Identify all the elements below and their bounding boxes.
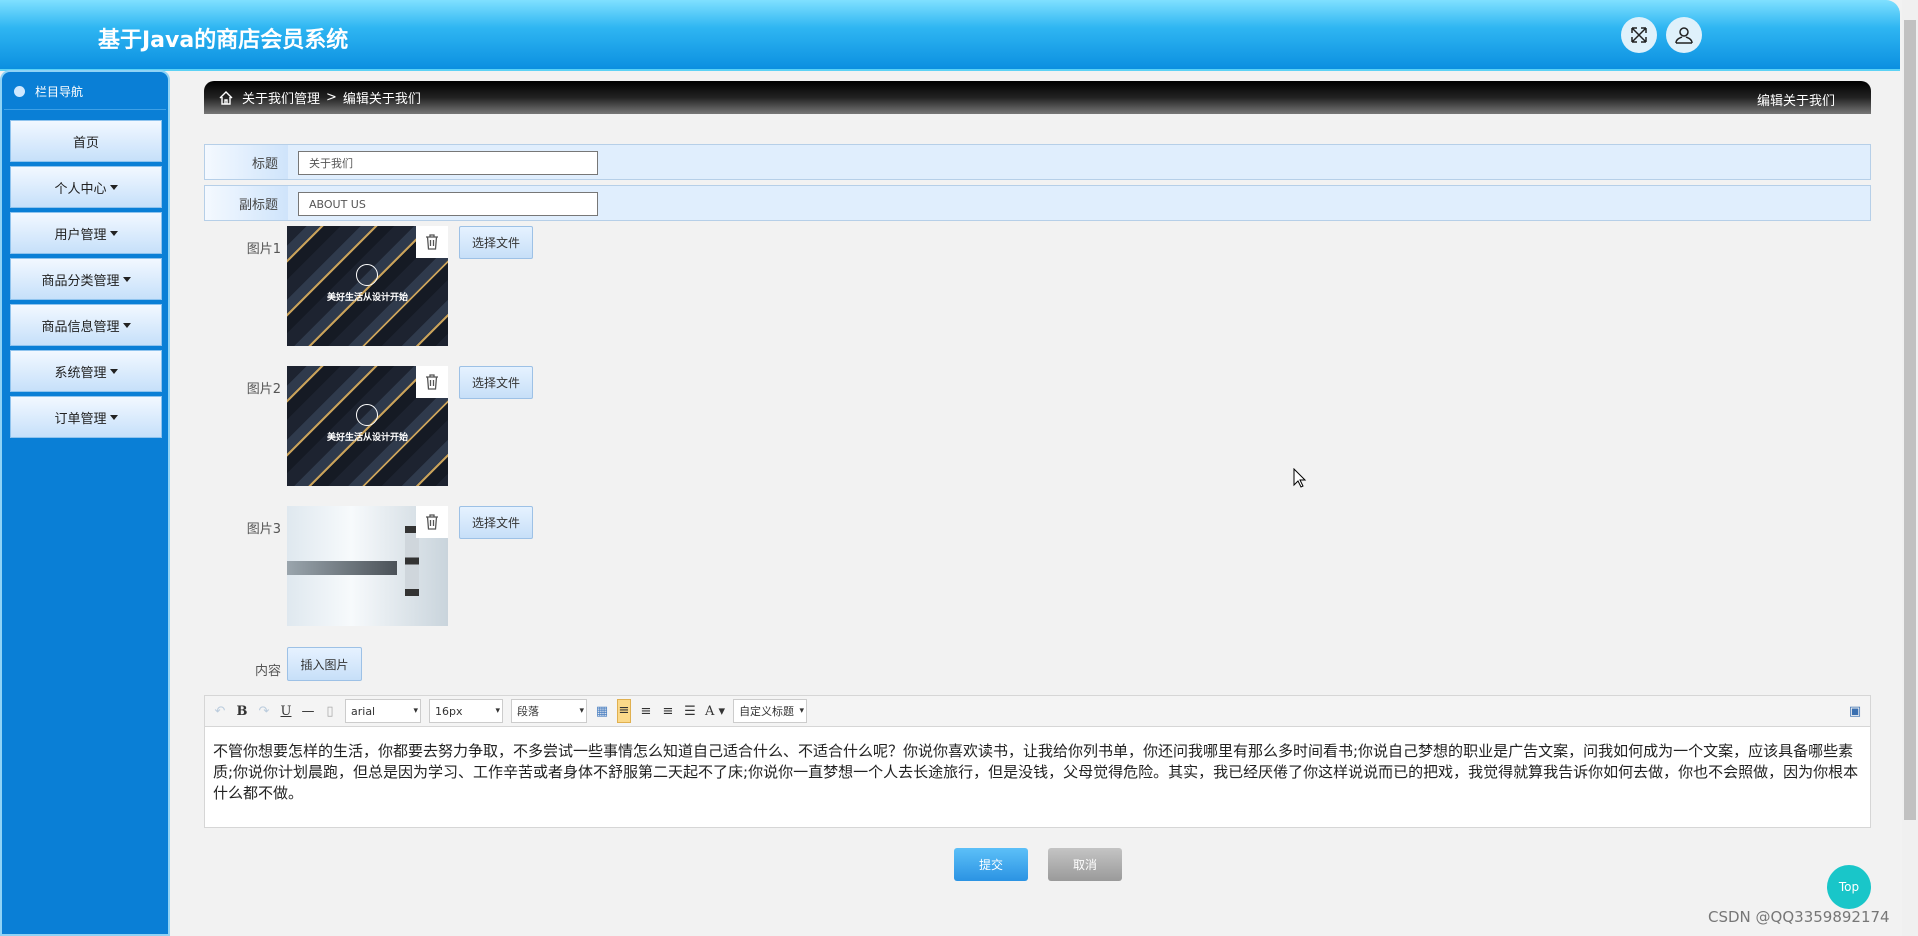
insert-image-button[interactable]: 插入图片	[287, 647, 362, 681]
align-left-icon[interactable]: ≡	[617, 699, 631, 723]
subtitle-label: 副标题	[205, 186, 288, 220]
image2-label: 图片2	[246, 382, 281, 397]
align-justify-icon[interactable]: ☰	[683, 704, 697, 719]
undo-icon[interactable]: ↶	[213, 704, 227, 719]
choose-file-button-3[interactable]: 选择文件	[459, 506, 533, 539]
choose-file-button-2[interactable]: 选择文件	[459, 366, 533, 399]
sidebar-item-system[interactable]: 系统管理	[10, 350, 162, 392]
user-icon[interactable]	[1666, 17, 1702, 53]
nav-icon	[14, 86, 25, 97]
caret-down-icon	[109, 368, 118, 374]
scrollbar-thumb[interactable]	[1904, 20, 1916, 820]
image-overlay-text: 美好生活从设计开始	[326, 433, 408, 443]
image3-preview	[287, 506, 448, 626]
cancel-button[interactable]: 取消	[1048, 848, 1122, 881]
bold-button[interactable]: B	[235, 704, 249, 719]
play-icon	[356, 264, 378, 286]
sidebar-item-orders[interactable]: 订单管理	[10, 396, 162, 438]
mouse-cursor-icon	[1293, 468, 1307, 488]
breadcrumb-current: 编辑关于我们	[342, 92, 421, 107]
caret-down-icon	[122, 276, 131, 282]
horizontal-rule-icon[interactable]: —	[301, 704, 315, 719]
submit-button[interactable]: 提交	[954, 848, 1028, 881]
custom-heading-select[interactable]: 自定义标题	[733, 699, 808, 723]
sidebar-item-categories[interactable]: 商品分类管理	[10, 258, 162, 300]
image-table-shape	[287, 561, 397, 575]
play-icon	[356, 404, 378, 426]
sidebar-item-label: 商品分类管理	[41, 273, 120, 289]
header: 基于Java的商店会员系统	[0, 0, 1900, 71]
font-color-label: A	[705, 703, 715, 719]
caret-down-icon	[109, 414, 118, 420]
image-overlay-text: 美好生活从设计开始	[326, 293, 408, 303]
sidebar-item-products[interactable]: 商品信息管理	[10, 304, 162, 346]
subtitle-input[interactable]	[298, 192, 598, 216]
sidebar-item-personal[interactable]: 个人中心	[10, 166, 162, 208]
content-editor[interactable]: 不管你想要怎样的生活，你都要去努力争取，不多尝试一些事情怎么知道自己适合什么、不…	[204, 726, 1871, 828]
trash-icon[interactable]	[416, 366, 448, 398]
image2-preview: 美好生活从设计开始	[287, 366, 448, 486]
sidebar-item-label: 用户管理	[54, 227, 107, 243]
redo-icon[interactable]: ↷	[257, 704, 271, 719]
subtitle-row: 副标题	[204, 185, 1871, 221]
editor-toolbar: ↶ B ↷ U — ▯ arial 16px 段落 ▦ ≡ ≡ ≡ ☰ A ▾ …	[204, 695, 1871, 727]
sidebar-heading-label: 栏目导航	[35, 85, 84, 99]
caret-down-icon	[109, 184, 118, 190]
content-label: 内容	[254, 664, 281, 679]
breadcrumb-parent[interactable]: 关于我们管理	[242, 88, 320, 107]
title-row: 标题	[204, 144, 1871, 180]
sidebar-item-users[interactable]: 用户管理	[10, 212, 162, 254]
breadcrumb-separator: >	[326, 90, 337, 105]
watermark: CSDN @QQ3359892174	[1708, 908, 1890, 926]
image3-label: 图片3	[246, 522, 281, 537]
table-icon[interactable]: ▦	[595, 704, 609, 719]
align-right-icon[interactable]: ≡	[639, 704, 653, 719]
caret-down-icon	[122, 322, 131, 328]
page-title: 编辑关于我们	[1756, 94, 1835, 109]
sidebar-item-label: 商品信息管理	[41, 319, 120, 335]
title-input[interactable]	[298, 151, 598, 175]
font-color-button[interactable]: A ▾	[705, 704, 725, 719]
back-to-top-button[interactable]: Top	[1827, 865, 1871, 909]
fullscreen-editor-icon[interactable]: ▣	[1848, 704, 1862, 719]
paragraph-select[interactable]: 段落	[511, 699, 587, 723]
sidebar-item-home[interactable]: 首页	[10, 120, 162, 162]
fullscreen-icon[interactable]	[1621, 17, 1657, 53]
app-title: 基于Java的商店会员系统	[98, 28, 349, 53]
title-label: 标题	[205, 145, 288, 179]
caret-down-icon	[109, 230, 118, 236]
choose-file-button-1[interactable]: 选择文件	[459, 226, 533, 259]
sidebar-item-label: 个人中心	[54, 181, 107, 197]
page-icon[interactable]: ▯	[323, 704, 337, 719]
sidebar-item-label: 订单管理	[54, 411, 107, 427]
font-family-select[interactable]: arial	[345, 699, 421, 723]
image1-preview: 美好生活从设计开始	[287, 226, 448, 346]
sidebar-item-label: 首页	[72, 135, 99, 151]
breadcrumb: 关于我们管理 > 编辑关于我们 编辑关于我们	[204, 81, 1871, 114]
sidebar-item-label: 系统管理	[54, 365, 107, 381]
trash-icon[interactable]	[416, 226, 448, 258]
font-size-select[interactable]: 16px	[429, 699, 503, 723]
underline-button[interactable]: U	[279, 704, 293, 719]
align-center-icon[interactable]: ≡	[661, 704, 675, 719]
sidebar-heading: 栏目导航	[4, 74, 166, 110]
home-icon[interactable]	[218, 90, 234, 106]
sidebar: 栏目导航 首页 个人中心 用户管理 商品分类管理 商品信息管理 系统管理 订单管…	[0, 70, 170, 936]
trash-icon[interactable]	[416, 506, 448, 538]
image1-label: 图片1	[246, 242, 281, 257]
